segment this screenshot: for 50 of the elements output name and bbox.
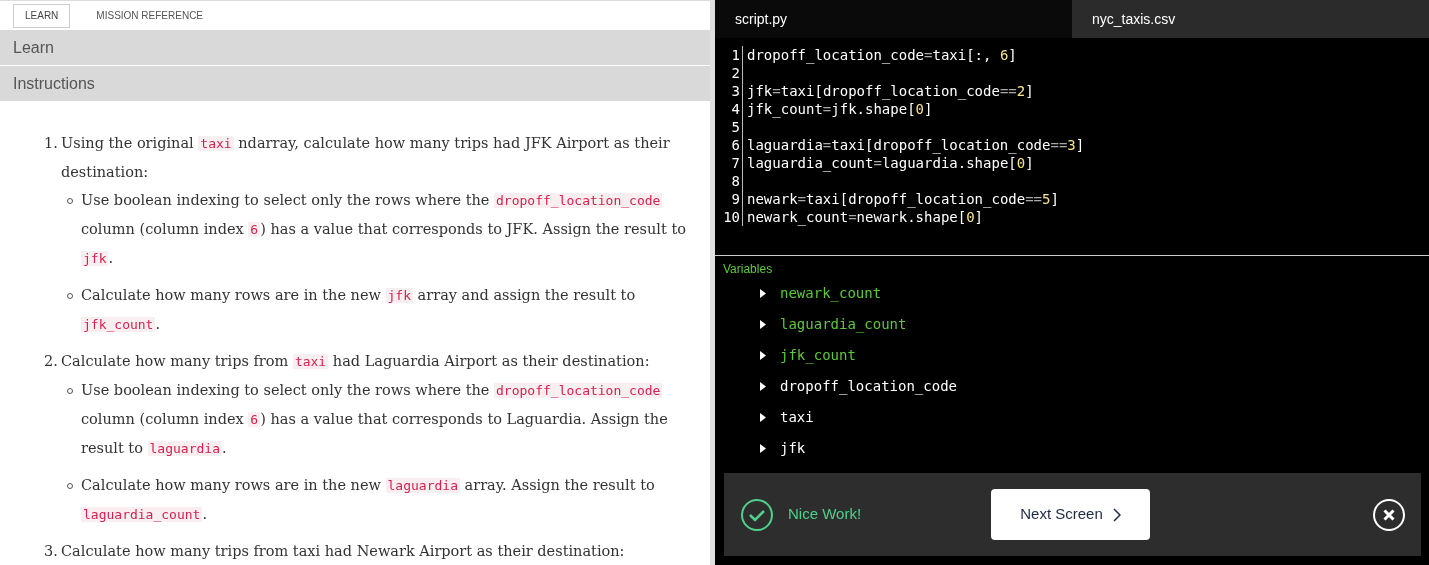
line-number: 3 xyxy=(715,82,743,100)
instruction-text: Use boolean indexing to select only the rows where the dropoff_location_code column (column index 6) has a value that corresponds to Laguardia. Assign the result to laguardia. xyxy=(81,381,669,458)
expand-arrow-icon[interactable] xyxy=(760,382,766,391)
expand-arrow-icon[interactable] xyxy=(760,444,766,453)
section-header[interactable]: Learn xyxy=(0,30,710,65)
instruction-text: Calculate how many rows are in the new jfk array and assign the result to jfk_count. xyxy=(81,286,637,334)
nav-tab[interactable]: MISSION REFERENCE xyxy=(84,3,216,28)
line-number: 6 xyxy=(715,136,743,154)
close-icon[interactable] xyxy=(1372,497,1406,532)
instruction-text: Calculate how many rows are in the new laguardia array. Assign the result to laguardia_count. xyxy=(81,476,656,524)
instruction-text: Using the original taxi ndarray, calculate how many trips had JFK Airport as their destination: xyxy=(61,134,671,182)
variable-name[interactable]: jfk xyxy=(780,438,806,459)
variable-name[interactable]: newark_count xyxy=(780,283,882,304)
next-screen-button[interactable]: Next Screen xyxy=(991,489,1150,540)
expand-arrow-icon[interactable] xyxy=(760,351,766,360)
chevron-right-icon xyxy=(1112,507,1121,522)
code-line: dropoff_location_code=taxi[:, 6] xyxy=(746,46,1017,64)
instruction-text: Calculate how many trips from taxi had Newark Airport as their destination: xyxy=(61,542,626,561)
variable-name[interactable]: jfk_count xyxy=(780,345,856,366)
code-line: jfk=taxi[dropoff_location_code==2] xyxy=(746,82,1034,100)
line-number: 8 xyxy=(715,172,743,190)
instruction-text: Calculate how many trips from taxi had Laguardia Airport as their destination: xyxy=(61,352,651,371)
instruction-text: Use boolean indexing to select only the rows where the dropoff_location_code column (column index 6) has a value that corresponds to JFK. Assign the result to jfk. xyxy=(81,191,687,268)
list-number: 3. xyxy=(44,542,58,561)
variables-heading: Variables xyxy=(722,261,774,278)
nav-tab[interactable]: LEARN xyxy=(13,3,71,28)
line-number: 9 xyxy=(715,190,743,208)
code-line: laguardia_count=laguardia.shape[0] xyxy=(746,154,1034,172)
expand-arrow-icon[interactable] xyxy=(760,413,766,422)
variable-name[interactable]: taxi xyxy=(780,407,814,428)
line-number: 10 xyxy=(715,208,743,226)
list-number: 2. xyxy=(44,352,58,371)
line-number: 2 xyxy=(715,64,743,82)
code-line: jfk_count=jfk.shape[0] xyxy=(746,100,933,118)
expand-arrow-icon[interactable] xyxy=(760,320,766,329)
code-line: laguardia=taxi[dropoff_location_code==3] xyxy=(746,136,1085,154)
section-header[interactable]: Instructions xyxy=(0,66,710,101)
variable-name[interactable]: dropoff_location_code xyxy=(780,376,957,397)
line-number: 7 xyxy=(715,154,743,172)
expand-arrow-icon[interactable] xyxy=(760,289,766,298)
line-number: 1 xyxy=(715,46,743,64)
variable-name[interactable]: laguardia_count xyxy=(780,314,907,335)
code-line: newark=taxi[dropoff_location_code==5] xyxy=(746,190,1059,208)
file-tab[interactable]: script.py xyxy=(715,0,1072,38)
code-line: newark_count=newark.shape[0] xyxy=(746,208,984,226)
check-circle-icon xyxy=(740,497,774,532)
line-number: 4 xyxy=(715,100,743,118)
list-number: 1. xyxy=(44,134,58,153)
success-message: Nice Work! xyxy=(788,504,863,525)
line-number: 5 xyxy=(715,118,743,136)
